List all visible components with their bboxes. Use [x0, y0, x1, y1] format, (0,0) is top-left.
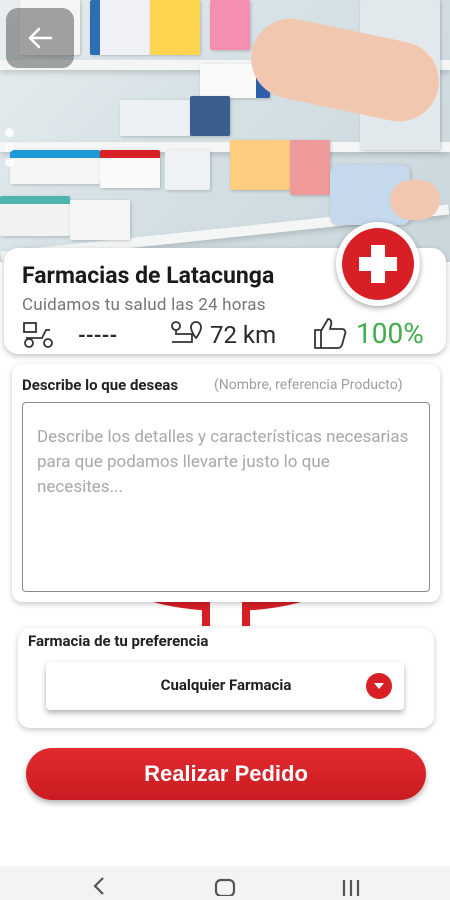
product-box [90, 0, 150, 55]
delivery-stat: ----- [22, 320, 117, 350]
pharmacy-badge [336, 222, 420, 306]
store-name: Farmacias de Latacunga [22, 262, 275, 289]
carousel-dot[interactable] [5, 143, 14, 152]
chevron-down-icon [366, 673, 392, 699]
place-order-label: Realizar Pedido [144, 761, 308, 786]
request-textarea[interactable]: Describe los detalles y características … [22, 402, 430, 592]
product-box [100, 150, 160, 188]
rating-value: 100% [356, 316, 424, 350]
nav-back-icon [93, 877, 104, 895]
nav-home-button[interactable] [210, 874, 240, 898]
store-slogan: Cuidamos tu salud las 24 horas [22, 295, 266, 315]
product-box [70, 200, 130, 240]
request-placeholder: Describe los detalles y características … [37, 427, 409, 497]
product-box [120, 100, 190, 136]
product-box [290, 140, 330, 195]
nav-recents-icon [342, 880, 360, 896]
rating-stat: 100% [312, 316, 424, 350]
nav-home-icon [214, 878, 236, 896]
carousel-dot[interactable] [5, 128, 14, 137]
nav-back-button[interactable] [84, 874, 114, 898]
request-label: Describe lo que deseas [22, 376, 179, 394]
carousel-indicator[interactable] [5, 128, 14, 167]
distance-value: 72 km [210, 321, 277, 349]
system-nav-bar [0, 866, 450, 900]
route-pin-icon [171, 321, 202, 343]
arrow-left-icon [28, 27, 53, 49]
product-box [10, 150, 100, 184]
thumbs-up-icon [314, 318, 347, 349]
back-button[interactable] [6, 8, 74, 68]
product-box [0, 196, 70, 236]
request-hint: (Nombre, referencia Producto) [214, 377, 403, 393]
medical-cross-icon [359, 245, 397, 283]
store-stats: ----- 72 km 100% [4, 317, 446, 352]
request-card: Describe lo que deseas (Nombre, referenc… [12, 364, 440, 602]
product-box [165, 150, 210, 190]
carousel-dot[interactable] [5, 158, 14, 167]
product-box [190, 96, 230, 136]
place-order-button[interactable]: Realizar Pedido [26, 748, 426, 800]
delivery-scooter-icon [23, 322, 53, 348]
distance-stat: 72 km [168, 320, 276, 350]
badge-inner [342, 228, 414, 300]
preference-label: Farmacia de tu preferencia [28, 632, 209, 650]
preference-card: Farmacia de tu preferencia Cualquier Far… [18, 628, 434, 728]
nav-recents-button[interactable] [336, 874, 366, 898]
delivery-value: ----- [78, 323, 118, 347]
hand [390, 180, 440, 220]
product-box [150, 0, 200, 55]
pharmacy-select-value: Cualquier Farmacia [160, 676, 292, 694]
product-box [230, 140, 290, 190]
product-box [210, 0, 250, 50]
pharmacy-select[interactable]: Cualquier Farmacia [46, 662, 404, 710]
